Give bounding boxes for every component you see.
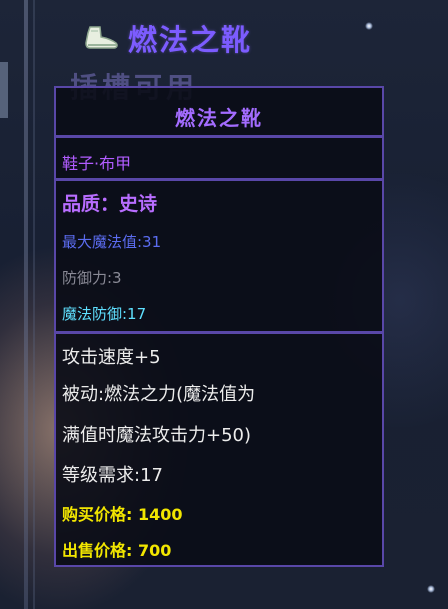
stat-magic-defense: 魔法防御:17 [62,305,147,323]
passive-skill-line-1: 被动:燃法之力(魔法值为 [62,384,256,405]
level-requirement: 等级需求:17 [62,465,163,486]
passive-skill-line-2: 满值时魔法攻击力+50) [62,425,252,446]
frame-border-inner [33,0,35,609]
item-quality: 品质：史诗 [62,193,158,215]
item-name-title: 燃法之靴 [128,23,253,57]
divider [56,331,382,334]
item-type: 鞋子·布甲 [62,154,132,173]
tooltip-title: 燃法之靴 [175,106,263,130]
boot-icon [85,26,118,49]
sparkle-icon [365,22,373,30]
sell-price: 出售价格: 700 [62,541,172,560]
divider [56,178,382,181]
divider [56,135,382,138]
game-scene: 燃法之靴 插槽可用 燃法之靴 鞋子·布甲 品质：史诗 最大魔法值:31 防御力:… [0,0,448,609]
item-tooltip: 燃法之靴 鞋子·布甲 品质：史诗 最大魔法值:31 防御力:3 魔法防御:17 … [54,86,384,567]
stat-attack-speed: 攻击速度+5 [62,347,161,368]
sparkle-icon [427,585,435,593]
stat-defense: 防御力:3 [62,269,122,287]
side-tab[interactable] [0,62,8,118]
item-header: 燃法之靴 [82,18,252,58]
frame-border [24,0,28,609]
stat-max-mana: 最大魔法值:31 [62,233,162,251]
buy-price: 购买价格: 1400 [62,505,183,524]
